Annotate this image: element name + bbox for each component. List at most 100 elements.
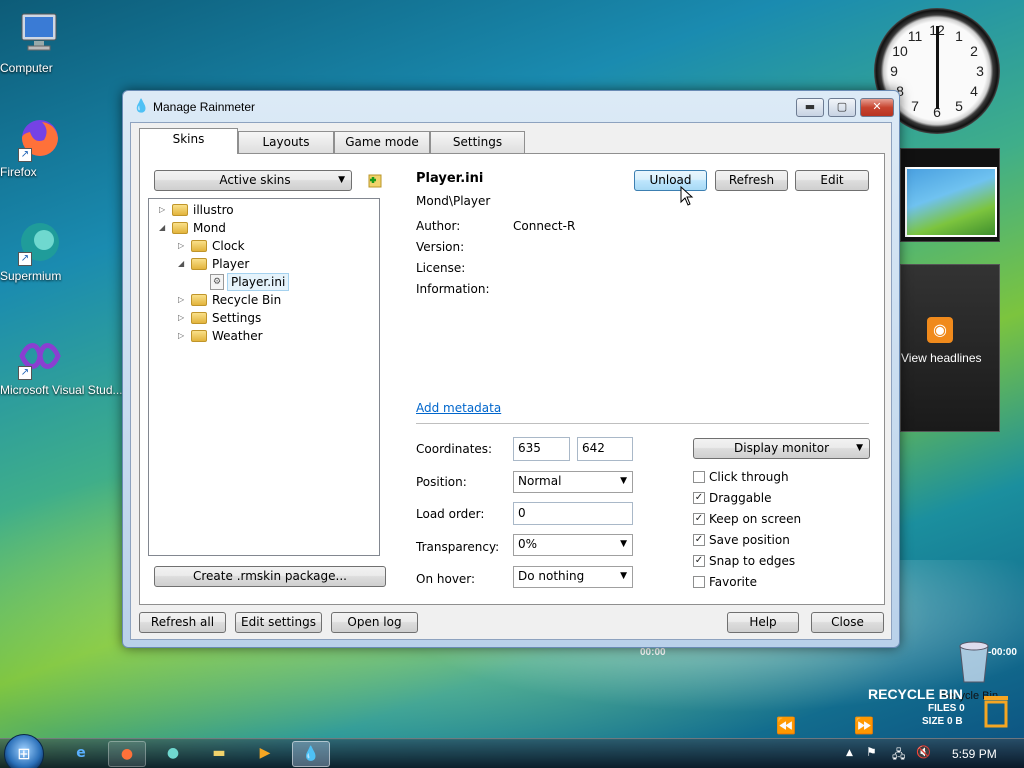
- system-clock[interactable]: 5:59 PM: [952, 747, 997, 761]
- metadata-separator: [416, 423, 869, 424]
- taskbar-rainmeter[interactable]: 💧: [292, 741, 330, 767]
- desktop-icon-label: Computer: [0, 61, 53, 75]
- checkbox-checked-icon[interactable]: ✓: [693, 513, 705, 525]
- author-value: Connect-R: [513, 219, 576, 233]
- checkbox-label: Snap to edges: [709, 554, 796, 568]
- slideshow-gadget[interactable]: [900, 148, 1000, 242]
- shortcut-arrow-icon: ↗: [18, 148, 32, 162]
- active-skins-label: Active skins: [219, 173, 291, 187]
- tab-skins[interactable]: Skins: [139, 128, 238, 154]
- recycle-bin-icon[interactable]: [954, 638, 994, 686]
- tree-item-label: Player.ini: [227, 273, 290, 291]
- transparency-value: 0%: [518, 537, 538, 551]
- folder-icon: [191, 330, 207, 342]
- shortcut-arrow-icon: ↗: [18, 366, 32, 380]
- internet-explorer-icon: e: [76, 745, 86, 761]
- checkbox-checked-icon[interactable]: ✓: [693, 534, 705, 546]
- show-hidden-icons-icon[interactable]: ▲: [846, 748, 853, 758]
- folder-icon: [172, 204, 188, 216]
- volume-muted-icon[interactable]: 🔇: [916, 745, 931, 759]
- expand-arrow-icon[interactable]: ▷: [178, 327, 188, 345]
- position-label: Position:: [416, 475, 467, 489]
- expand-arrow-icon[interactable]: ▷: [178, 237, 188, 255]
- license-label: License:: [416, 261, 466, 275]
- clock-number: 1: [955, 28, 963, 44]
- tree-item-label: Recycle Bin: [212, 293, 282, 307]
- expand-arrow-icon[interactable]: ▷: [178, 291, 188, 309]
- slideshow-image: [905, 167, 997, 237]
- position-select[interactable]: Normal ▼: [513, 471, 633, 493]
- chevron-down-icon: ▼: [856, 443, 863, 453]
- taskbar-firefox[interactable]: ●: [108, 741, 146, 767]
- trash-icon[interactable]: [982, 694, 1010, 728]
- coordinate-y-input[interactable]: 642: [577, 437, 633, 461]
- unload-button[interactable]: Unload: [634, 170, 707, 191]
- clock-number: 9: [890, 63, 898, 79]
- display-monitor-dropdown[interactable]: Display monitor ▼: [693, 438, 870, 459]
- tab-settings[interactable]: Settings: [430, 131, 525, 153]
- computer-icon: [16, 10, 64, 58]
- expand-arrow-icon[interactable]: ▷: [159, 201, 169, 219]
- checkbox-label: Favorite: [709, 575, 757, 589]
- folder-icon: [191, 258, 207, 270]
- taskbar-media-player[interactable]: ▶: [246, 741, 284, 767]
- minimize-button[interactable]: ▬: [796, 98, 824, 117]
- flag-icon[interactable]: ⚑: [866, 745, 877, 759]
- desktop-icon-computer[interactable]: Computer: [0, 10, 80, 75]
- transparency-select[interactable]: 0% ▼: [513, 534, 633, 556]
- coordinate-x-input[interactable]: 635: [513, 437, 570, 461]
- expand-arrow-icon[interactable]: ▷: [178, 309, 188, 327]
- tab-game-mode[interactable]: Game mode: [334, 131, 430, 153]
- minimize-icon: ▬: [804, 100, 816, 113]
- folder-icon: [172, 222, 188, 234]
- close-button[interactable]: Close: [811, 612, 884, 633]
- checkbox-box[interactable]: [693, 576, 705, 588]
- recycle-bin-skin-files: FILES 0: [928, 703, 965, 714]
- skins-tree[interactable]: ▷ illustro ◢ Mond ▷ Clock ◢ Player ⚙ Pla…: [148, 198, 380, 556]
- title-bar[interactable]: 💧 Manage Rainmeter ▬ ▢ ✕: [123, 91, 899, 123]
- player-next-icon[interactable]: ⏩: [854, 716, 874, 735]
- maximize-button[interactable]: ▢: [828, 98, 856, 117]
- network-icon[interactable]: 🖧: [892, 745, 905, 766]
- taskbar-file-explorer[interactable]: ▬: [200, 741, 238, 767]
- desktop-icon-firefox[interactable]: ↗ Firefox: [0, 114, 80, 179]
- desktop-icon-supermium[interactable]: ↗ Supermium: [0, 218, 80, 283]
- create-rmskin-package-button[interactable]: Create .rmskin package...: [154, 566, 386, 587]
- add-skin-icon[interactable]: [366, 172, 382, 188]
- edit-settings-button[interactable]: Edit settings: [235, 612, 322, 633]
- add-metadata-link[interactable]: Add metadata: [416, 401, 501, 415]
- recycle-bin-skin-size: SIZE 0 B: [922, 716, 963, 727]
- open-log-button[interactable]: Open log: [331, 612, 418, 633]
- close-window-button[interactable]: ✕: [860, 98, 894, 117]
- folder-icon: [191, 312, 207, 324]
- help-button[interactable]: Help: [727, 612, 799, 633]
- checkbox-checked-icon[interactable]: ✓: [693, 492, 705, 504]
- desktop-icon-label: Firefox: [0, 165, 37, 179]
- active-skins-dropdown[interactable]: Active skins ▼: [154, 170, 352, 191]
- checkbox-checked-icon[interactable]: ✓: [693, 555, 705, 567]
- taskbar: ⊞ e ● ● ▬ ▶ 💧 ▲ ⚑ 🖧 🔇 5:59 PM: [0, 734, 1024, 768]
- collapse-arrow-icon[interactable]: ◢: [178, 255, 188, 273]
- recycle-bin-skin-title: RECYCLE BIN: [868, 686, 963, 702]
- load-order-input[interactable]: 0: [513, 502, 633, 525]
- feed-headlines-gadget[interactable]: ◉ View headlines: [900, 264, 1000, 432]
- chevron-down-icon: ▼: [620, 476, 627, 486]
- window-client-area: Skins Layouts Game mode Settings Active …: [130, 122, 892, 640]
- desktop-icon-visual-studio[interactable]: ↗ Microsoft Visual Stud...: [0, 332, 123, 397]
- collapse-arrow-icon[interactable]: ◢: [159, 219, 169, 237]
- player-previous-icon[interactable]: ⏪: [776, 716, 796, 735]
- checkbox-box[interactable]: [693, 471, 705, 483]
- start-button[interactable]: ⊞: [4, 734, 44, 768]
- tab-layouts[interactable]: Layouts: [238, 131, 334, 153]
- position-value: Normal: [518, 474, 562, 488]
- taskbar-supermium[interactable]: ●: [154, 741, 192, 767]
- feed-view-headlines[interactable]: View headlines: [901, 351, 1001, 365]
- edit-button[interactable]: Edit: [795, 170, 869, 191]
- rainmeter-drop-icon: 💧: [302, 746, 320, 762]
- checkbox-label: Save position: [709, 533, 790, 547]
- taskbar-internet-explorer[interactable]: e: [62, 741, 100, 767]
- refresh-all-button[interactable]: Refresh all: [139, 612, 226, 633]
- refresh-button[interactable]: Refresh: [715, 170, 788, 191]
- on-hover-select[interactable]: Do nothing ▼: [513, 566, 633, 588]
- folder-icon: ▬: [212, 745, 226, 761]
